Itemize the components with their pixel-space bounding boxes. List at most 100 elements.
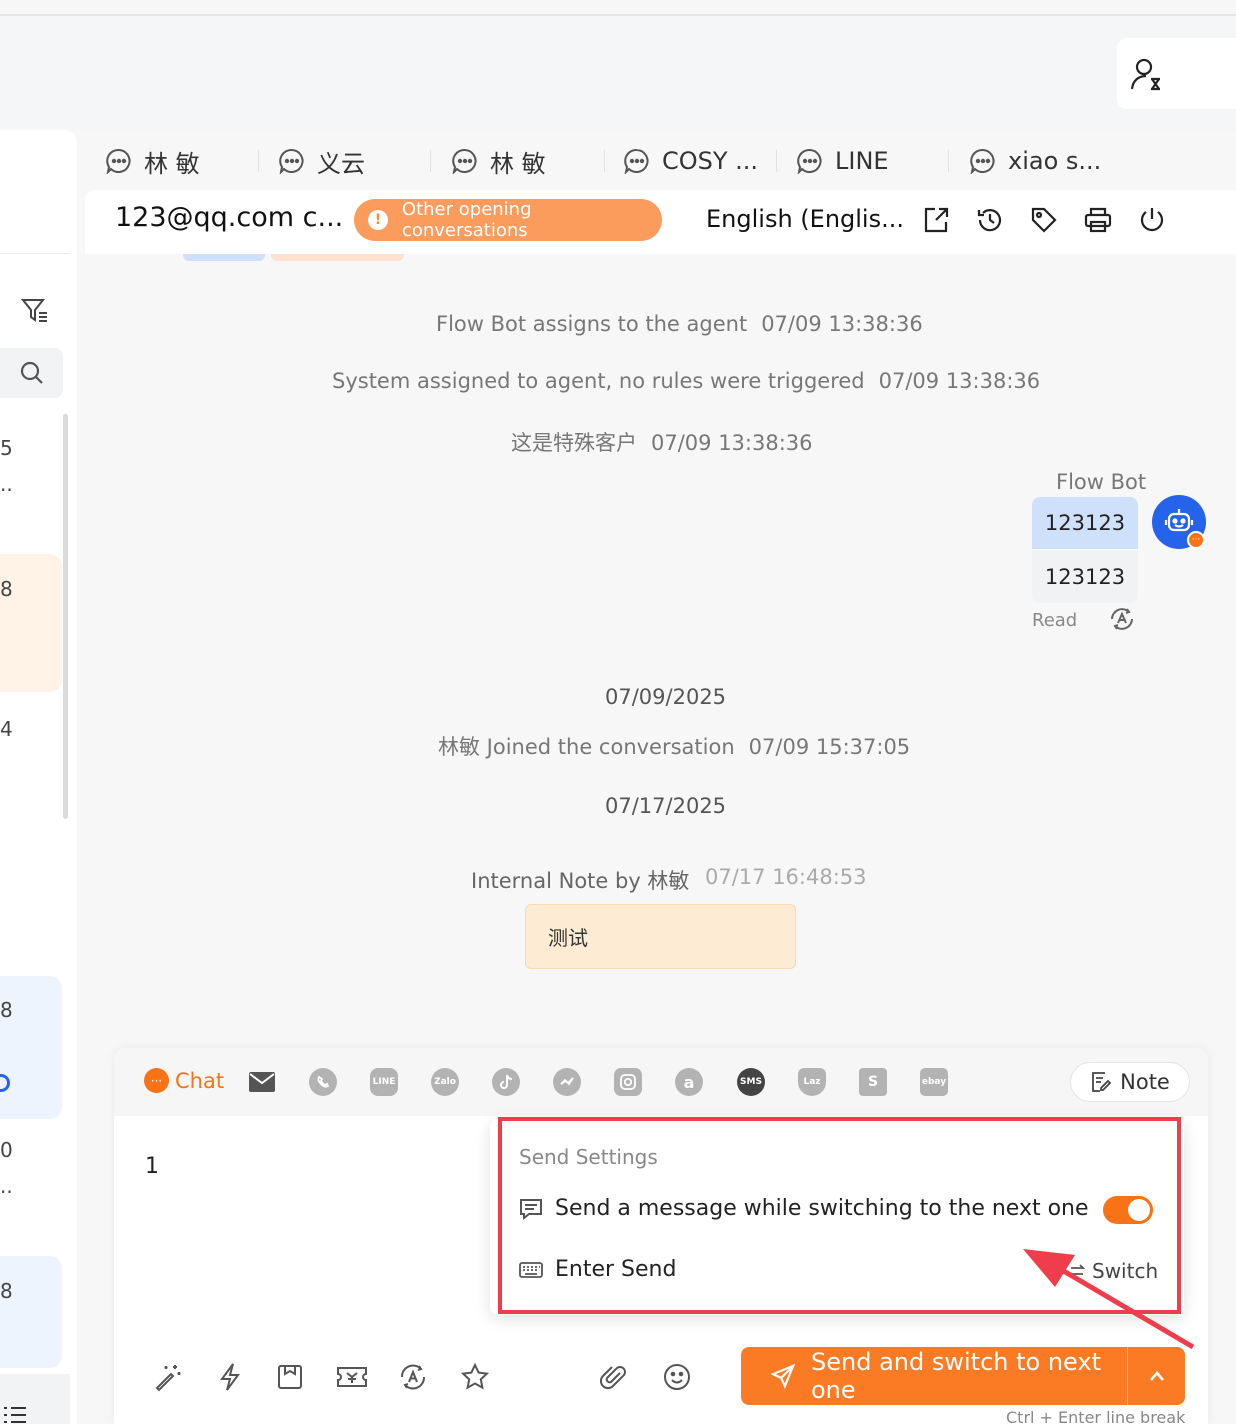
list-item-fragment: ..: [0, 1174, 13, 1198]
list-item-fragment: 0: [0, 1138, 13, 1162]
top-bar: [0, 16, 1236, 130]
attachment-icon[interactable]: [600, 1362, 628, 1392]
system-message-time: 07/09 13:38:36: [651, 431, 813, 455]
line-icon[interactable]: LINE: [370, 1068, 398, 1096]
line-icon-text: LINE: [372, 1077, 396, 1087]
emoji-icon[interactable]: [662, 1362, 692, 1392]
message-list-icon: [520, 1198, 542, 1220]
keyboard-icon: [519, 1261, 543, 1278]
zalo-icon[interactable]: Zalo: [431, 1068, 459, 1096]
tiktok-icon[interactable]: [492, 1068, 520, 1096]
tab-label: 义云: [317, 149, 365, 178]
contact-name[interactable]: 123@qq.com c...: [115, 202, 343, 233]
email-icon[interactable]: [248, 1071, 276, 1093]
send-switch-option[interactable]: Send a message while switching to the ne…: [519, 1196, 1089, 1221]
note-button[interactable]: Note: [1070, 1062, 1190, 1102]
ebay-icon[interactable]: ebay: [920, 1068, 948, 1096]
internal-note-text: 测试: [548, 926, 588, 950]
agent-status-button[interactable]: [1117, 38, 1236, 109]
toggle-knob: [1128, 1199, 1150, 1221]
tab-separator: [430, 150, 431, 172]
ebay-icon-text: ebay: [921, 1077, 947, 1087]
system-message-time: 07/09 13:38:36: [761, 312, 923, 336]
list-view-icon[interactable]: [2, 1404, 28, 1424]
send-options-toggle[interactable]: [1127, 1347, 1185, 1405]
system-message-text: System assigned to agent, no rules were …: [332, 369, 865, 393]
tag-icon[interactable]: [1029, 205, 1059, 235]
enter-send-option[interactable]: Enter Send: [519, 1257, 676, 1282]
lazada-icon[interactable]: Laz: [798, 1068, 826, 1096]
system-message-time: 07/09 15:37:05: [748, 735, 911, 759]
list-search-button[interactable]: [0, 348, 63, 398]
history-icon[interactable]: [975, 205, 1005, 235]
star-icon[interactable]: [460, 1362, 490, 1392]
sms-icon[interactable]: SMS: [737, 1068, 765, 1096]
list-item-fragment: ..: [0, 472, 13, 496]
system-message: System assigned to agent, no rules were …: [332, 369, 1040, 393]
internal-note-author: Internal Note by 林敏: [471, 869, 690, 893]
power-icon[interactable]: [1137, 205, 1167, 235]
ticket-icon[interactable]: [336, 1362, 368, 1392]
whatsapp-icon[interactable]: [309, 1068, 337, 1096]
tab-conversation-3[interactable]: 林 敏: [452, 142, 546, 180]
system-message: 林敏 Joined the conversation 07/09 15:37:05: [438, 731, 910, 761]
internal-note-bubble[interactable]: 测试: [525, 904, 796, 969]
translate-icon[interactable]: [398, 1362, 428, 1392]
list-item[interactable]: [0, 1256, 62, 1368]
knowledge-base-icon[interactable]: [275, 1362, 305, 1392]
instagram-icon[interactable]: [614, 1068, 642, 1096]
note-edit-icon: [1092, 1072, 1112, 1092]
list-item-fragment: 8: [0, 577, 13, 601]
list-item-fragment: 8: [0, 998, 13, 1022]
language-selector[interactable]: English (Englis...: [706, 205, 904, 233]
translate-icon[interactable]: [1108, 605, 1136, 633]
chat-channel-badge: ···: [1187, 531, 1205, 549]
messenger-icon[interactable]: [553, 1068, 581, 1096]
send-and-switch-button[interactable]: Send and switch to next one: [741, 1347, 1185, 1405]
tab-separator: [776, 150, 777, 172]
alert-label: Other opening conversations: [401, 199, 532, 241]
quick-reply-icon[interactable]: [215, 1362, 245, 1392]
ai-assist-icon[interactable]: [153, 1362, 183, 1392]
list-item-active[interactable]: [0, 554, 62, 692]
user-status-icon: [1130, 58, 1160, 90]
message-bubble[interactable]: 123123: [1032, 497, 1138, 549]
send-label: Send and switch to next one: [811, 1348, 1101, 1404]
enter-send-label: Enter Send: [555, 1257, 677, 1282]
tab-conversation-6[interactable]: xiao s...: [970, 142, 1101, 180]
system-message-text: Flow Bot assigns to the agent: [436, 312, 748, 336]
tab-label: COSY ...: [662, 147, 759, 175]
shopify-icon[interactable]: S: [859, 1068, 887, 1096]
tab-conversation-5[interactable]: LINE: [797, 142, 889, 180]
lazada-icon-text: Laz: [803, 1077, 821, 1087]
contact-tag: [271, 254, 404, 261]
list-divider: [0, 253, 70, 254]
send-switch-toggle[interactable]: [1103, 1196, 1153, 1224]
channel-toolbar: [114, 1048, 1208, 1116]
other-conversations-alert[interactable]: ! Other opening conversations: [354, 199, 662, 241]
channel-chat[interactable]: ··· Chat: [144, 1068, 224, 1093]
filter-icon[interactable]: [20, 296, 50, 326]
amazon-icon[interactable]: a: [675, 1068, 703, 1096]
chat-bubble-icon: [106, 148, 131, 174]
print-icon[interactable]: [1083, 205, 1113, 235]
tab-conversation-2[interactable]: 义云: [279, 142, 365, 180]
transfer-icon[interactable]: [921, 205, 951, 235]
chat-bubble-icon: [452, 148, 477, 174]
list-scrollbar[interactable]: [63, 414, 68, 819]
tab-conversation-4[interactable]: COSY ...: [624, 142, 758, 180]
tab-label: LINE: [835, 147, 889, 175]
chat-icon: ···: [144, 1068, 169, 1093]
system-message: Flow Bot assigns to the agent 07/09 13:38…: [436, 312, 923, 336]
zalo-icon-text: Zalo: [434, 1077, 456, 1087]
message-bubble[interactable]: 123123: [1032, 551, 1138, 603]
tab-conversation-1[interactable]: 林 敏: [106, 142, 200, 180]
internal-note-time: 07/17 16:48:53: [705, 865, 867, 889]
send-main-action[interactable]: Send and switch to next one: [741, 1347, 1127, 1405]
system-message-text: 林敏 Joined the conversation: [438, 735, 735, 759]
tab-label: 林 敏: [490, 149, 546, 178]
contact-tag: [183, 254, 265, 261]
chat-bubble-icon: [624, 148, 649, 174]
message-input[interactable]: 1: [145, 1154, 159, 1179]
search-icon: [20, 361, 43, 384]
